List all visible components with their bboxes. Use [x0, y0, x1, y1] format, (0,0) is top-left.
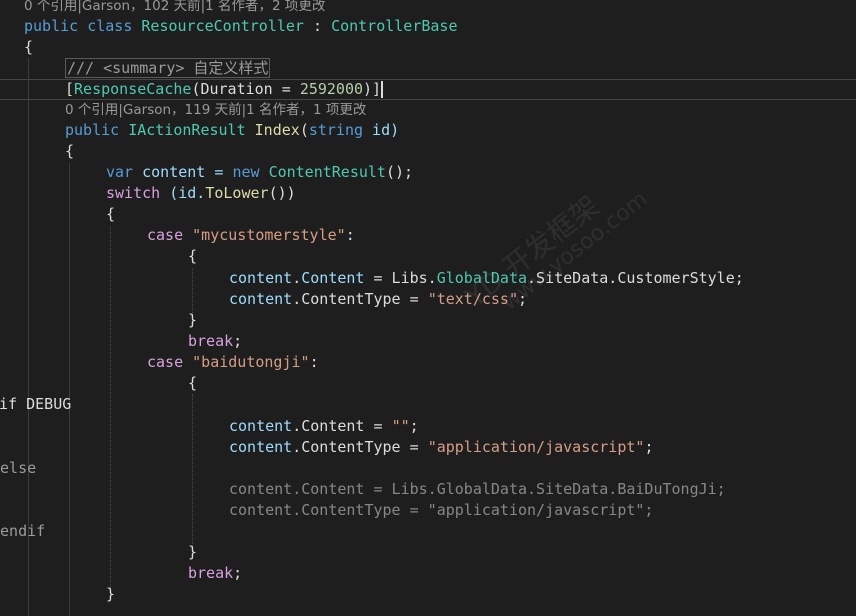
param-type: string — [308, 121, 364, 139]
semicolon: ; — [644, 438, 654, 456]
method-tolower: ToLower — [205, 184, 269, 202]
case2-content-release: content.Content = Libs.GlobalData.SiteDa… — [229, 480, 726, 498]
keyword-break: break — [188, 332, 234, 350]
variable-name: content = — [133, 163, 233, 181]
object-content: content — [229, 438, 293, 456]
summary-comment[interactable]: /// <summary> 自定义样式 — [65, 58, 271, 78]
case1-open-brace: { — [188, 247, 198, 265]
base-class-name: ControllerBase — [331, 17, 458, 35]
keyword-switch: switch — [106, 184, 161, 202]
return-type: IActionResult — [128, 121, 246, 139]
assign-expression: = Libs. — [364, 269, 437, 287]
case2-contenttype-debug: content.ContentType = "application/javas… — [229, 437, 653, 458]
attribute-name: ResponseCache — [74, 80, 192, 98]
preprocessor-endif: #endif — [0, 522, 46, 540]
keyword-public: public — [24, 17, 79, 35]
type-name: ContentResult — [268, 163, 386, 181]
property-contenttype: .ContentType = — [292, 438, 428, 456]
attribute-line: [ResponseCache(Duration = 2592000)] — [65, 79, 384, 100]
case2-contenttype-release: content.ContentType = "application/javas… — [229, 501, 654, 519]
switch-open-brace: { — [106, 205, 116, 223]
call-parens: (); — [385, 163, 414, 181]
case2-content-debug: content.Content = ""; — [229, 416, 419, 437]
property-content: Content — [301, 269, 365, 287]
class-name: ResourceController — [141, 17, 304, 35]
colon: : — [303, 17, 332, 35]
property-content: .Content = — [292, 417, 392, 435]
case-baidutongji: case "baidutongji": — [147, 352, 319, 373]
attribute-args: (Duration = — [191, 80, 300, 98]
case-colon: : — [345, 226, 355, 244]
text-caret — [381, 81, 384, 98]
semicolon: ; — [233, 564, 243, 582]
method-name: Index — [254, 121, 300, 139]
keyword-class: class — [87, 17, 133, 35]
case-value: "baidutongji" — [192, 353, 310, 371]
property-contenttype: .ContentType = — [292, 290, 428, 308]
keyword-case: case — [147, 226, 184, 244]
code-lens-class[interactable]: 0 个引用|Garson，102 天前|1 名作者，2 项更改 — [24, 0, 325, 17]
indent-guide — [192, 394, 193, 548]
case-colon: : — [309, 353, 319, 371]
code-lens-index[interactable]: 0 个引用|Garson，119 天前|1 名作者，1 项更改 — [65, 100, 366, 121]
semicolon: ; — [233, 332, 243, 350]
method-open-brace: { — [65, 142, 75, 160]
keyword-break: break — [188, 564, 234, 582]
attribute-bracket-open: [ — [65, 80, 75, 98]
object-content: content — [229, 290, 293, 308]
param-name: id) — [363, 121, 400, 139]
case1-close-brace: } — [188, 311, 198, 329]
dot: . — [292, 269, 302, 287]
keyword-var: var — [106, 163, 134, 181]
keyword-new: new — [232, 163, 260, 181]
string-value: "application/javascript" — [427, 438, 645, 456]
switch-statement: switch (id.ToLower()) — [106, 183, 296, 204]
indent-guide — [69, 163, 70, 616]
case2-close-brace: } — [188, 543, 198, 561]
class-declaration: public class ResourceController : Contro… — [24, 16, 458, 37]
object-content: content — [229, 269, 293, 287]
object-content: content — [229, 417, 293, 435]
preprocessor-else: #else — [0, 459, 37, 477]
summary-comment-line: /// <summary> 自定义样式 — [65, 58, 271, 79]
method-declaration: public IActionResult Index(string id) — [65, 120, 399, 141]
params-open: ( — [299, 121, 309, 139]
case2-open-brace: { — [188, 374, 198, 392]
switch-expression: (id. — [160, 184, 206, 202]
class-open-brace: { — [24, 38, 34, 56]
case-mycustomerstyle: case "mycustomerstyle": — [147, 225, 355, 246]
var-declaration: var content = new ContentResult(); — [106, 162, 413, 183]
keyword-case: case — [147, 353, 184, 371]
break-statement: break; — [188, 331, 242, 352]
call-parens: ()) — [268, 184, 296, 202]
code-editor[interactable]: 0 个引用|Garson，102 天前|1 名作者，2 项更改 public c… — [0, 0, 856, 616]
break-statement: break; — [188, 563, 242, 584]
preprocessor-if-debug: #if DEBUG — [0, 395, 72, 413]
keyword-public: public — [65, 121, 120, 139]
attribute-value: 2592000 — [299, 80, 364, 98]
indent-guide — [110, 226, 111, 591]
string-value: "" — [391, 417, 410, 435]
case-value: "mycustomerstyle" — [192, 226, 346, 244]
switch-close-brace: } — [106, 585, 116, 603]
semicolon: ; — [409, 417, 419, 435]
attribute-bracket-close: )] — [363, 80, 382, 98]
